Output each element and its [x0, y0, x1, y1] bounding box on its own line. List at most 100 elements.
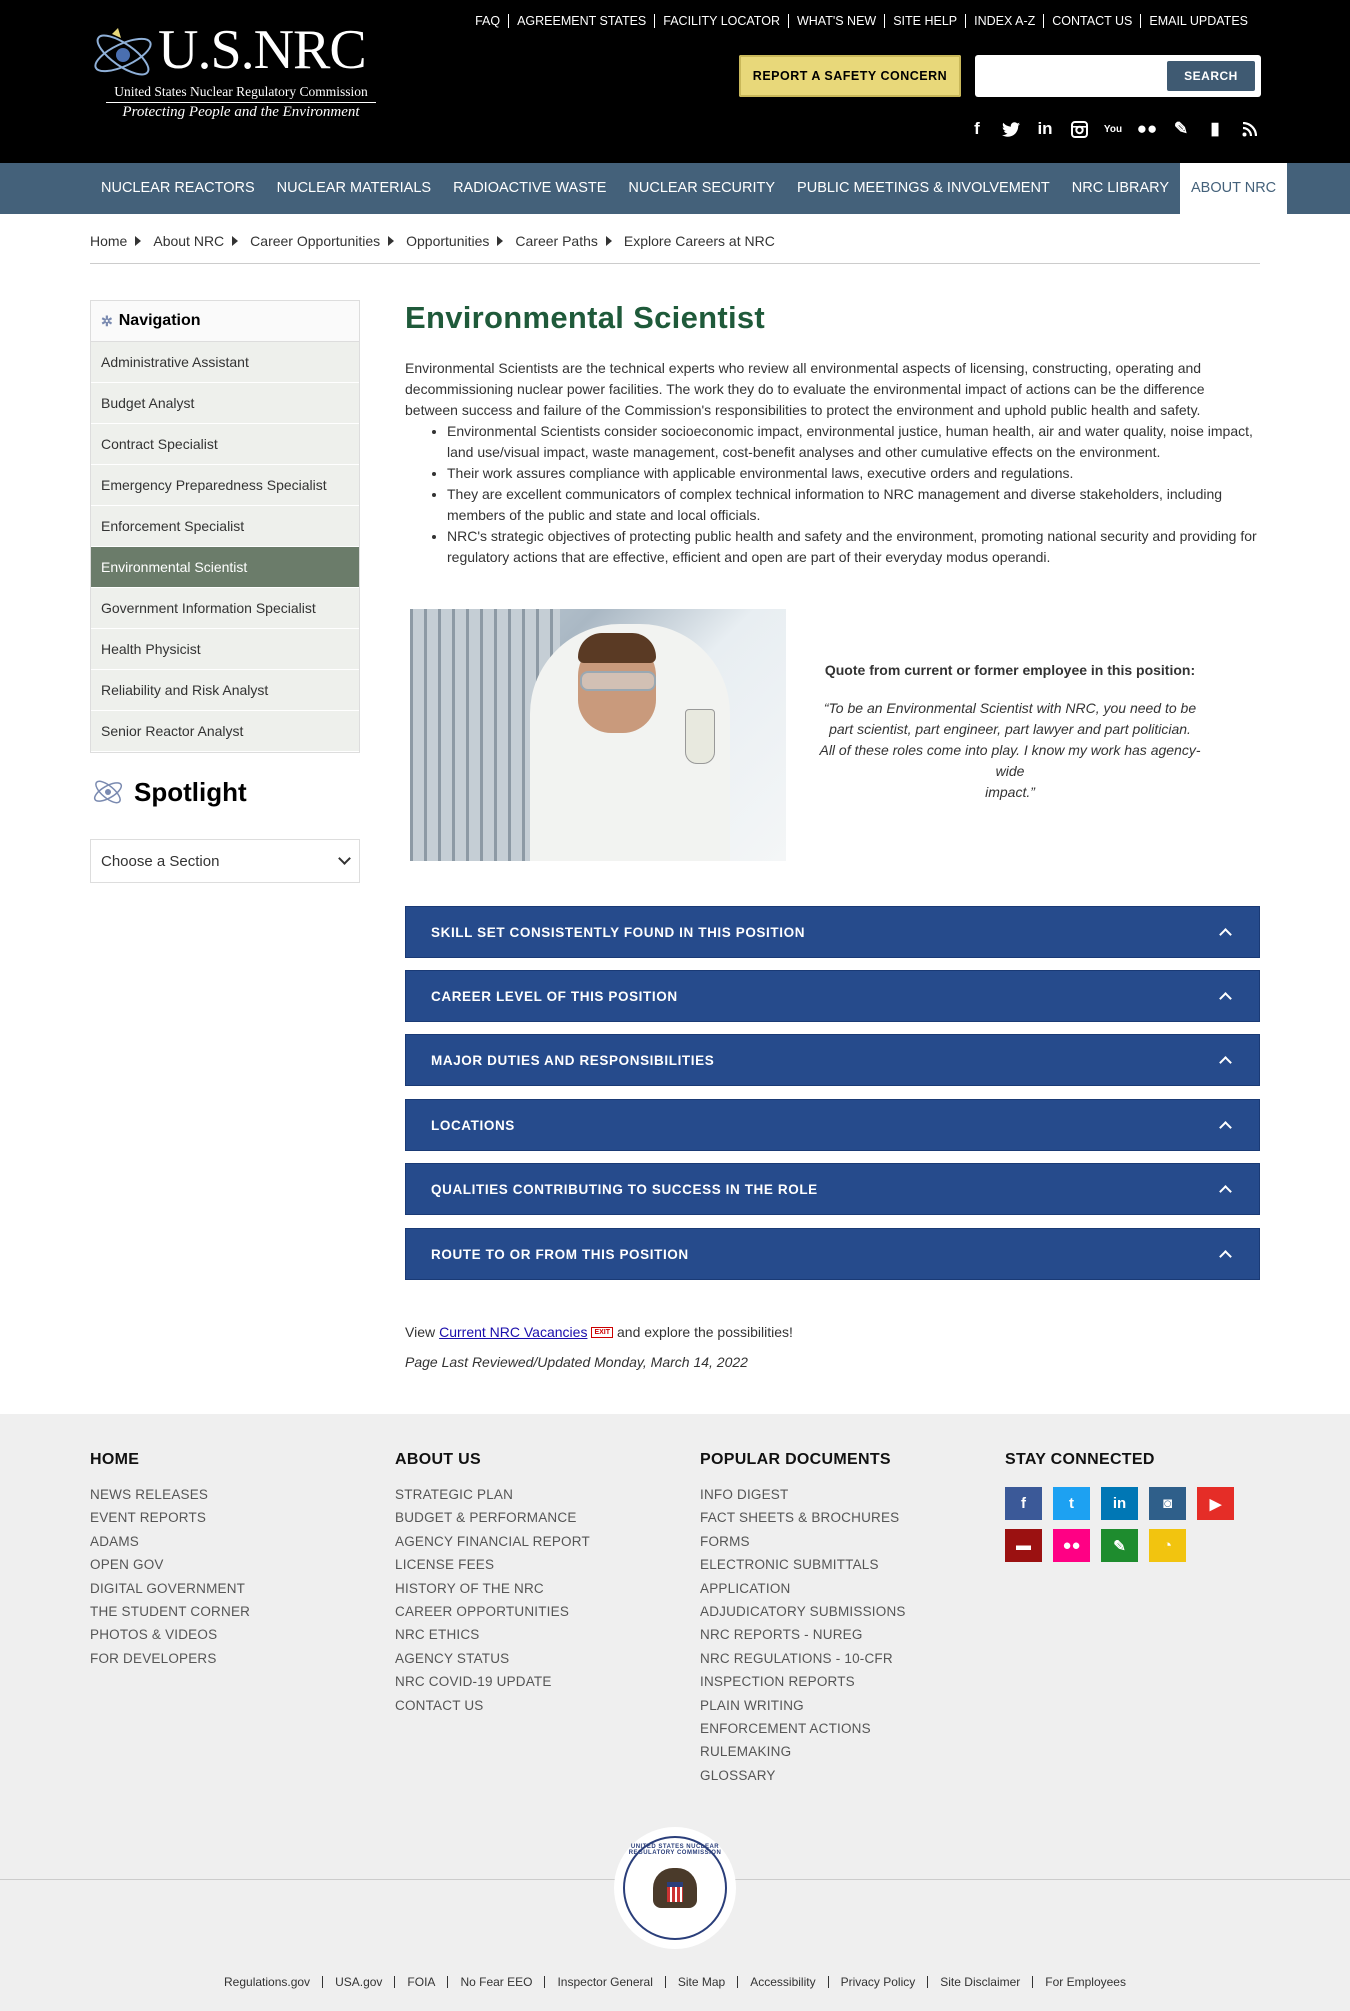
footer-link[interactable]: ENFORCEMENT ACTIONS	[700, 1717, 906, 1740]
footer-link[interactable]: FOR DEVELOPERS	[90, 1647, 250, 1670]
bottom-link[interactable]: FOIA	[394, 1976, 447, 1988]
breadcrumb-item[interactable]: Home	[90, 233, 153, 249]
util-link-facility-locator[interactable]: FACILITY LOCATOR	[654, 14, 788, 28]
util-link-contact-us[interactable]: CONTACT US	[1043, 14, 1140, 28]
footer-link[interactable]: NEWS RELEASES	[90, 1483, 250, 1506]
twitter-icon[interactable]	[994, 118, 1028, 140]
footer-link[interactable]: INFO DIGEST	[700, 1483, 906, 1506]
footer-link[interactable]: DIGITAL GOVERNMENT	[90, 1577, 250, 1600]
sidebar-item-budget-analyst[interactable]: Budget Analyst	[91, 383, 359, 424]
linkedin-icon[interactable]: in	[1028, 118, 1062, 140]
breadcrumb-item[interactable]: Career Paths	[515, 233, 623, 249]
util-link-index[interactable]: INDEX A-Z	[965, 14, 1043, 28]
sidebar-item-contract-specialist[interactable]: Contract Specialist	[91, 424, 359, 465]
section-select[interactable]: Choose a Section	[90, 839, 360, 883]
vacancies-link[interactable]: Current NRC Vacancies	[439, 1324, 587, 1340]
footer-link[interactable]: APPLICATION	[700, 1577, 906, 1600]
rss-icon[interactable]: ◔	[1149, 1529, 1186, 1562]
footer-link[interactable]: BUDGET & PERFORMANCE	[395, 1506, 590, 1529]
flickr-icon[interactable]: ●●	[1130, 118, 1164, 140]
search-button[interactable]: SEARCH	[1167, 61, 1255, 91]
bottom-link[interactable]: No Fear EEO	[447, 1976, 544, 1988]
instagram-icon[interactable]	[1062, 118, 1096, 140]
nav-item-about-nrc[interactable]: ABOUT NRC	[1180, 163, 1288, 214]
bottom-link[interactable]: For Employees	[1032, 1976, 1138, 1988]
comment-icon[interactable]: ▮	[1198, 118, 1232, 140]
bottom-link[interactable]: Privacy Policy	[827, 1976, 928, 1988]
youtube-icon[interactable]: ▶	[1197, 1487, 1234, 1520]
util-link-whats-new[interactable]: WHAT'S NEW	[787, 14, 884, 28]
bottom-link[interactable]: USA.gov	[322, 1976, 394, 1988]
util-link-site-help[interactable]: SITE HELP	[884, 14, 965, 28]
footer-link[interactable]: THE STUDENT CORNER	[90, 1600, 250, 1623]
accordion-major-duties[interactable]: MAJOR DUTIES AND RESPONSIBILITIES	[405, 1034, 1260, 1086]
footer-link[interactable]: ELECTRONIC SUBMITTALS	[700, 1553, 906, 1576]
util-link-email-updates[interactable]: EMAIL UPDATES	[1140, 14, 1256, 28]
instagram-icon[interactable]: ◙	[1149, 1487, 1186, 1520]
accordion-route[interactable]: ROUTE TO OR FROM THIS POSITION	[405, 1228, 1260, 1280]
flickr-icon[interactable]: ●●	[1053, 1529, 1090, 1562]
util-link-faq[interactable]: FAQ	[467, 14, 508, 28]
nrc-logo[interactable]: U.S.NRC United States Nuclear Regulatory…	[88, 16, 376, 126]
footer-link[interactable]: NRC REPORTS - NUREG	[700, 1623, 906, 1646]
footer-link[interactable]: GLOSSARY	[700, 1764, 906, 1787]
sidebar-item-administrative-assistant[interactable]: Administrative Assistant	[91, 342, 359, 383]
bottom-link[interactable]: Accessibility	[737, 1976, 827, 1988]
search-input[interactable]	[983, 61, 1183, 91]
footer-link[interactable]: FACT SHEETS & BROCHURES	[700, 1506, 906, 1529]
bottom-link[interactable]: Inspector General	[544, 1976, 664, 1988]
footer-link[interactable]: RULEMAKING	[700, 1740, 906, 1763]
breadcrumb-item[interactable]: Career Opportunities	[250, 233, 406, 249]
footer-link[interactable]: STRATEGIC PLAN	[395, 1483, 590, 1506]
accordion-skill-set[interactable]: SKILL SET CONSISTENTLY FOUND IN THIS POS…	[405, 906, 1260, 958]
twitter-icon[interactable]: t	[1053, 1487, 1090, 1520]
footer-link[interactable]: FORMS	[700, 1530, 906, 1553]
nav-item-public-meetings-involvement[interactable]: PUBLIC MEETINGS & INVOLVEMENT	[786, 163, 1061, 214]
footer-link[interactable]: CAREER OPPORTUNITIES	[395, 1600, 590, 1623]
accordion-locations[interactable]: LOCATIONS	[405, 1099, 1260, 1151]
nav-item-nuclear-materials[interactable]: NUCLEAR MATERIALS	[266, 163, 442, 214]
comment-icon[interactable]: ▬	[1005, 1529, 1042, 1562]
sidebar-item-environmental-scientist[interactable]: Environmental Scientist	[91, 547, 359, 588]
footer-link[interactable]: ADAMS	[90, 1530, 250, 1553]
facebook-icon[interactable]: f	[1005, 1487, 1042, 1520]
footer-link[interactable]: CONTACT US	[395, 1694, 590, 1717]
footer-link[interactable]: AGENCY FINANCIAL REPORT	[395, 1530, 590, 1553]
pen-icon[interactable]: ✎	[1101, 1529, 1138, 1562]
footer-link[interactable]: NRC COVID-19 UPDATE	[395, 1670, 590, 1693]
breadcrumb-item[interactable]: About NRC	[153, 233, 250, 249]
pen-icon[interactable]: ✎	[1164, 118, 1198, 140]
bottom-link[interactable]: Regulations.gov	[212, 1976, 322, 1988]
footer-link[interactable]: INSPECTION REPORTS	[700, 1670, 906, 1693]
sidebar-item-enforcement-specialist[interactable]: Enforcement Specialist	[91, 506, 359, 547]
footer-link[interactable]: HISTORY OF THE NRC	[395, 1577, 590, 1600]
sidebar-item-emergency-preparedness-specialist[interactable]: Emergency Preparedness Specialist	[91, 465, 359, 506]
util-link-agreement-states[interactable]: AGREEMENT STATES	[508, 14, 654, 28]
footer-link[interactable]: PHOTOS & VIDEOS	[90, 1623, 250, 1646]
nav-item-nrc-library[interactable]: NRC LIBRARY	[1061, 163, 1180, 214]
footer-link[interactable]: AGENCY STATUS	[395, 1647, 590, 1670]
sidebar-item-government-information-specialist[interactable]: Government Information Specialist	[91, 588, 359, 629]
report-safety-concern-button[interactable]: REPORT A SAFETY CONCERN	[739, 55, 961, 97]
bottom-link[interactable]: Site Map	[664, 1976, 737, 1988]
footer-link[interactable]: PLAIN WRITING	[700, 1694, 906, 1717]
bottom-link[interactable]: Site Disclaimer	[927, 1976, 1032, 1988]
footer-link[interactable]: OPEN GOV	[90, 1553, 250, 1576]
youtube-icon[interactable]: You	[1096, 118, 1130, 140]
sidebar-item-senior-reactor-analyst[interactable]: Senior Reactor Analyst	[91, 711, 359, 752]
accordion-qualities[interactable]: QUALITIES CONTRIBUTING TO SUCCESS IN THE…	[405, 1163, 1260, 1215]
facebook-icon[interactable]: f	[960, 118, 994, 140]
footer-link[interactable]: LICENSE FEES	[395, 1553, 590, 1576]
footer-link[interactable]: ADJUDICATORY SUBMISSIONS	[700, 1600, 906, 1623]
nav-item-radioactive-waste[interactable]: RADIOACTIVE WASTE	[442, 163, 617, 214]
footer-link[interactable]: NRC REGULATIONS - 10-CFR	[700, 1647, 906, 1670]
footer-link[interactable]: NRC ETHICS	[395, 1623, 590, 1646]
footer-link[interactable]: EVENT REPORTS	[90, 1506, 250, 1529]
linkedin-icon[interactable]: in	[1101, 1487, 1138, 1520]
breadcrumb-item[interactable]: Opportunities	[406, 233, 515, 249]
sidebar-item-reliability-and-risk-analyst[interactable]: Reliability and Risk Analyst	[91, 670, 359, 711]
nav-item-nuclear-security[interactable]: NUCLEAR SECURITY	[617, 163, 786, 214]
rss-icon[interactable]	[1232, 118, 1266, 140]
sidebar-item-health-physicist[interactable]: Health Physicist	[91, 629, 359, 670]
accordion-career-level[interactable]: CAREER LEVEL OF THIS POSITION	[405, 970, 1260, 1022]
